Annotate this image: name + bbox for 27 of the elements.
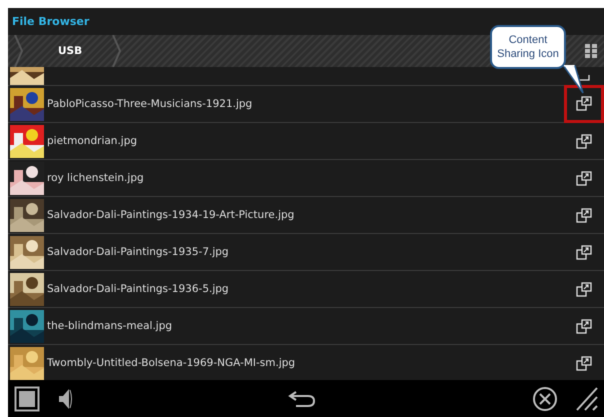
share-icon[interactable] [576,282,592,296]
close-icon[interactable] [532,386,558,412]
share-icon[interactable] [576,244,592,260]
share-icon[interactable] [576,318,592,334]
share-icon[interactable] [576,96,592,111]
callout-pointer [563,65,585,95]
breadcrumb-item[interactable]: USB [28,35,108,67]
recent-apps-icon[interactable] [14,386,40,412]
callout-bubble: Content Sharing Icon [490,25,566,69]
file-name[interactable]: Salvador-Dali-Paintings-1934-19-Art-Picture.jpg [47,209,561,221]
window-title: File Browser [11,14,90,30]
file-name[interactable]: Twombly-Untitled-Bolsena-1969-NGA-MI-sm.jpg [47,357,561,369]
resize-handle-icon[interactable] [576,386,598,410]
file-name[interactable]: PabloPicasso-Three-Musicians-1921.jpg [47,98,561,110]
share-icon[interactable] [576,208,592,222]
back-icon[interactable] [288,390,316,408]
file-name[interactable]: roy lichenstein.jpg [47,172,561,184]
file-name[interactable]: pietmondrian.jpg [47,135,561,147]
file-name[interactable]: Salvador-Dali-Paintings-1936-5.jpg [47,283,561,295]
grid-view-icon[interactable] [585,44,597,58]
chevron-icon [14,35,24,67]
share-icon[interactable] [576,356,592,370]
share-icon[interactable] [576,134,592,148]
file-name[interactable]: the-blindmans-meal.jpg [47,320,561,332]
file-name[interactable]: Salvador-Dali-Paintings-1935-7.jpg [47,246,561,258]
share-icon[interactable] [576,170,592,186]
chevron-icon [112,35,122,67]
